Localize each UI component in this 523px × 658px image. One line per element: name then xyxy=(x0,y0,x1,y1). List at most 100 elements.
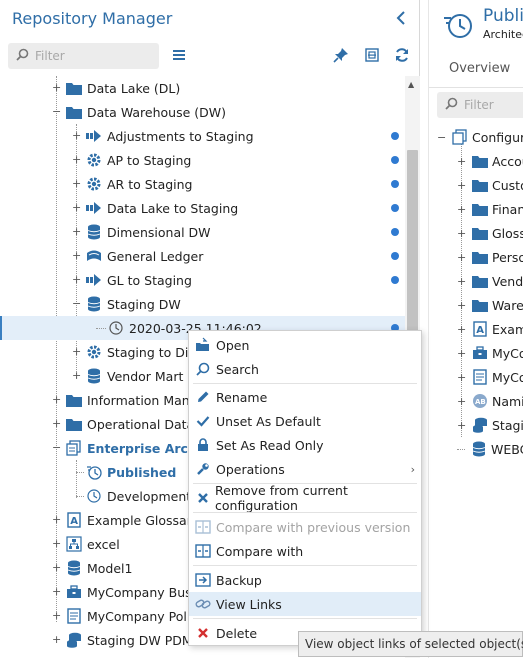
tree-row-data-warehouse[interactable]: − Data Warehouse (DW) xyxy=(0,100,405,124)
tab-overview[interactable]: Overview xyxy=(449,61,510,76)
publish-row-webc[interactable]: WEBC xyxy=(457,437,523,461)
publish-row-customers[interactable]: + Custo xyxy=(457,173,523,197)
menu-item-operations[interactable]: Operations › xyxy=(189,457,421,481)
expand-plus-icon[interactable]: + xyxy=(52,418,61,429)
database-icon xyxy=(86,296,102,312)
expand-plus-icon[interactable]: + xyxy=(72,130,81,141)
expand-plus-icon[interactable]: + xyxy=(72,178,81,189)
expand-plus-icon[interactable]: + xyxy=(52,610,61,621)
folder-icon xyxy=(472,153,488,169)
compare-icon xyxy=(195,519,211,535)
collapse-minus-icon[interactable]: − xyxy=(437,132,446,143)
tree-label: Exam xyxy=(492,321,523,337)
menu-item-compare-previous: Compare with previous version xyxy=(189,515,421,539)
expand-plus-icon[interactable]: + xyxy=(52,562,61,573)
folder-icon xyxy=(472,177,488,193)
menu-item-remove-from-configuration[interactable]: Remove from current configuration xyxy=(189,483,421,513)
tree-label: AP to Staging xyxy=(107,152,192,168)
expand-plus-icon[interactable]: + xyxy=(72,346,81,357)
tree-row-data-lake[interactable]: + Data Lake (DL) xyxy=(0,76,405,100)
collapse-minus-icon[interactable]: − xyxy=(52,106,61,117)
menu-item-open[interactable]: Open xyxy=(189,333,421,357)
mapping-arrow-icon xyxy=(86,200,102,216)
expand-plus-icon[interactable]: + xyxy=(52,586,61,597)
tree-label: AR to Staging xyxy=(107,176,193,192)
expand-plus-icon[interactable]: + xyxy=(52,82,61,93)
collapse-all-icon[interactable] xyxy=(363,46,381,64)
tree-row-staging-dw[interactable]: − Staging DW xyxy=(0,292,405,316)
menu-item-backup[interactable]: Backup xyxy=(189,568,421,592)
folder-icon xyxy=(472,297,488,313)
tree-label: Example Glossary xyxy=(87,512,200,528)
tree-row-ap-to-staging[interactable]: + AP to Staging xyxy=(0,148,405,172)
folder-icon xyxy=(66,416,82,432)
publish-row-mycompany-policy[interactable]: + MyCo xyxy=(457,365,523,389)
publish-row-glossary[interactable]: + Gloss xyxy=(457,221,523,245)
tree-label: MyCompany Policy xyxy=(87,608,205,624)
menu-item-unset-default[interactable]: Unset As Default xyxy=(189,409,421,433)
publish-row-accounts[interactable]: + Accou xyxy=(457,149,523,173)
status-dot xyxy=(391,252,399,260)
menu-item-set-read-only[interactable]: Set As Read Only xyxy=(189,433,421,457)
tree-row-dimensional-dw[interactable]: + Dimensional DW xyxy=(0,220,405,244)
expand-plus-icon[interactable]: + xyxy=(72,202,81,213)
pencil-icon xyxy=(195,389,211,405)
publish-row-personal[interactable]: + Perso xyxy=(457,245,523,269)
refresh-icon[interactable] xyxy=(393,46,411,64)
expand-plus-icon[interactable]: + xyxy=(72,370,81,381)
publish-row-staging[interactable]: + Stagi xyxy=(457,413,523,437)
collapse-chevron-icon[interactable] xyxy=(391,8,411,28)
expand-plus-icon[interactable]: + xyxy=(52,514,61,525)
menu-label: Open xyxy=(216,337,250,353)
publish-pane: Publi Architec Overview − Configura + Ac… xyxy=(428,0,523,658)
menu-item-view-links[interactable]: View Links xyxy=(189,592,421,616)
expand-plus-icon[interactable]: + xyxy=(72,274,81,285)
filter-box[interactable] xyxy=(8,43,159,69)
publish-row-warehouse[interactable]: + Ware xyxy=(457,293,523,317)
publish-row-example[interactable]: + A Exam xyxy=(457,317,523,341)
publish-filter-input[interactable] xyxy=(464,98,523,112)
submenu-arrow-icon: › xyxy=(410,462,415,476)
ledger-icon xyxy=(86,248,102,264)
scroll-up-arrow-icon[interactable]: ▲ xyxy=(408,80,414,89)
tree-row-data-lake-to-staging[interactable]: + Data Lake to Staging xyxy=(0,196,405,220)
publish-row-vendors[interactable]: + Vendo xyxy=(457,269,523,293)
status-dot xyxy=(391,180,399,188)
expand-plus-icon[interactable]: + xyxy=(52,634,61,645)
menu-item-search[interactable]: Search xyxy=(189,357,421,381)
collapse-minus-icon[interactable]: − xyxy=(52,442,61,453)
tooltip: View object links of selected object(s). xyxy=(298,631,523,657)
expand-plus-icon[interactable]: + xyxy=(52,394,61,405)
menu-item-rename[interactable]: Rename xyxy=(189,385,421,409)
tree-row-gl-to-staging[interactable]: + GL to Staging xyxy=(0,268,405,292)
briefcase-icon xyxy=(66,584,82,600)
glossary-icon: A xyxy=(66,512,82,528)
tree-row-adjustments[interactable]: + Adjustments to Staging xyxy=(0,124,405,148)
briefcase-icon xyxy=(472,345,488,361)
expand-plus-icon[interactable]: + xyxy=(72,250,81,261)
folder-icon xyxy=(66,104,82,120)
status-dot xyxy=(391,204,399,212)
tree-label: Configura xyxy=(472,129,523,145)
pin-icon[interactable] xyxy=(332,46,350,64)
publish-title: Publi xyxy=(483,6,523,26)
expand-plus-icon[interactable]: + xyxy=(72,226,81,237)
tree-label: GL to Staging xyxy=(107,272,192,288)
tree-label: Information Mana xyxy=(87,392,198,408)
menu-label: View Links xyxy=(216,596,282,612)
search-icon xyxy=(445,97,458,113)
collapse-minus-icon[interactable]: − xyxy=(72,298,81,309)
publish-row-configuration[interactable]: − Configura xyxy=(437,125,523,149)
tree-row-general-ledger[interactable]: + General Ledger xyxy=(0,244,405,268)
list-menu-icon[interactable] xyxy=(170,46,188,64)
filter-input[interactable] xyxy=(35,49,145,63)
tree-row-ar-to-staging[interactable]: + AR to Staging xyxy=(0,172,405,196)
expand-plus-icon[interactable]: + xyxy=(52,538,61,549)
publish-filter-box[interactable] xyxy=(437,92,523,118)
publish-row-naming[interactable]: + AB Nami xyxy=(457,389,523,413)
publish-row-finance[interactable]: + Finan xyxy=(457,197,523,221)
menu-item-compare-with[interactable]: Compare with xyxy=(189,539,421,563)
publish-row-mycompany-business[interactable]: + MyCo xyxy=(457,341,523,365)
menu-label: Search xyxy=(216,361,259,377)
expand-plus-icon[interactable]: + xyxy=(72,154,81,165)
